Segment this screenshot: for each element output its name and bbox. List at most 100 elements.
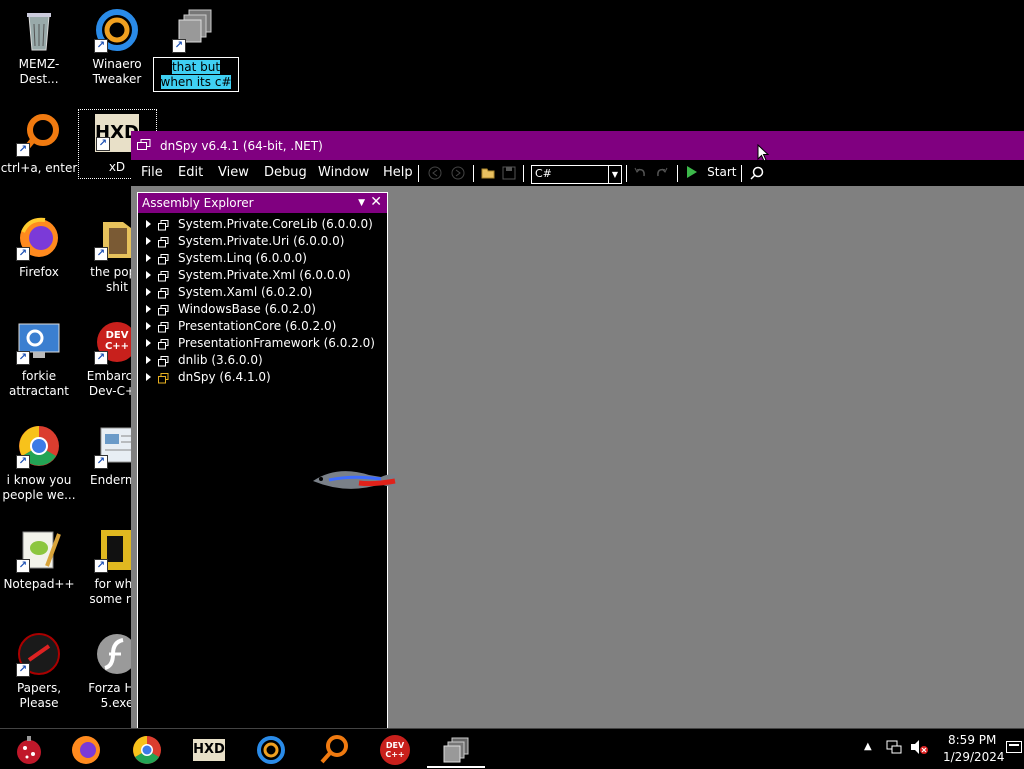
navigate-forward-icon[interactable] <box>451 166 465 180</box>
tree-item[interactable]: WindowsBase (6.0.2.0) <box>144 301 375 318</box>
save-all-icon[interactable] <box>502 166 516 180</box>
desktop-icon-recycle-bin[interactable]: MEMZ-Dest... <box>0 6 78 87</box>
tree-item-label: System.Private.Uri (6.0.0.0) <box>178 234 345 248</box>
expand-arrow-icon[interactable] <box>146 322 151 330</box>
monitor-gear-icon: ↗ <box>15 318 63 366</box>
tree-item[interactable]: System.Private.Uri (6.0.0.0) <box>144 233 375 250</box>
language-combobox[interactable]: C# ▼ <box>531 165 622 184</box>
expand-arrow-icon[interactable] <box>146 237 151 245</box>
desktop-icon-winaero[interactable]: ↗ Winaero Tweaker <box>78 6 156 87</box>
pane-options-dropdown-icon[interactable]: ▼ <box>358 193 365 213</box>
undo-icon[interactable] <box>633 166 647 180</box>
tree-item[interactable]: dnSpy (6.4.1.0) <box>144 369 375 386</box>
menu-help[interactable]: Help <box>383 165 413 180</box>
expand-arrow-icon[interactable] <box>146 254 151 262</box>
desktop-icon-papers-please[interactable]: ↗ Papers, Please <box>0 630 78 711</box>
start-label: Start <box>707 164 737 179</box>
menu-edit[interactable]: Edit <box>178 165 203 180</box>
volume-muted-icon[interactable] <box>910 739 928 758</box>
taskbar-chrome[interactable] <box>118 730 176 768</box>
fish-sprite <box>307 461 399 501</box>
desktop-icon-label: forkie attractant <box>8 369 70 398</box>
desktop-icon-dnspy-shortcut[interactable]: ↗ <box>156 6 234 57</box>
chevron-down-icon[interactable]: ▼ <box>608 166 621 183</box>
tree-item[interactable]: PresentationCore (6.0.2.0) <box>144 318 375 335</box>
menu-debug[interactable]: Debug <box>264 165 307 180</box>
shortcut-arrow-icon: ↗ <box>16 455 30 469</box>
tree-item[interactable]: System.Private.CoreLib (6.0.0.0) <box>144 216 375 233</box>
tree-item[interactable]: dnlib (3.6.0.0) <box>144 352 375 369</box>
firefox-icon: ↗ <box>15 214 63 262</box>
search-icon[interactable] <box>750 166 764 180</box>
taskbar: HXD DEV C++ ▲ 8:59 PM 1/29/2024 <box>0 728 1024 769</box>
expand-arrow-icon[interactable] <box>146 271 151 279</box>
shortcut-arrow-icon: ↗ <box>94 351 108 365</box>
dnspy-window[interactable]: dnSpy v6.4.1 (64-bit, .NET) File Edit Vi… <box>131 131 1024 730</box>
network-icon[interactable] <box>886 739 902 758</box>
desktop-icon-label: Papers, Please <box>16 681 62 710</box>
desktop-icon-label: Firefox <box>19 265 59 279</box>
expand-arrow-icon[interactable] <box>146 356 151 364</box>
expand-arrow-icon[interactable] <box>146 305 151 313</box>
tree-item-label: System.Xaml (6.0.2.0) <box>178 285 313 299</box>
toolbar-separator <box>677 165 678 182</box>
close-icon[interactable]: ✕ <box>370 192 382 212</box>
notification-icon[interactable] <box>1006 741 1022 758</box>
desktop-icon-forkie[interactable]: ↗ forkie attractant <box>0 318 78 399</box>
expand-arrow-icon[interactable] <box>146 373 151 381</box>
play-icon <box>687 165 697 178</box>
navigate-back-icon[interactable] <box>428 166 442 180</box>
start-button[interactable] <box>0 730 58 768</box>
chrome-icon: ↗ <box>15 422 63 470</box>
menu-file[interactable]: File <box>141 165 163 180</box>
expand-arrow-icon[interactable] <box>146 288 151 296</box>
assembly-icon <box>158 287 169 299</box>
taskbar-hxd[interactable]: HXD <box>180 730 238 768</box>
mouse-cursor-icon <box>757 143 770 166</box>
desktop-icon-ctrl-a[interactable]: ↗ ctrl+a, enter <box>0 110 78 176</box>
expand-arrow-icon[interactable] <box>146 339 151 347</box>
rename-textbox[interactable]: that but when its c# <box>153 57 239 92</box>
desktop-icon-chrome[interactable]: ↗ i know you people we... <box>0 422 78 503</box>
shortcut-arrow-icon: ↗ <box>16 351 30 365</box>
clock-date[interactable]: 1/29/2024 <box>943 750 1005 764</box>
papers-please-icon: ↗ <box>15 630 63 678</box>
rename-selected-text: that but when its c# <box>160 60 232 89</box>
taskbar-search-app[interactable] <box>305 730 363 768</box>
notepadpp-icon: ↗ <box>15 526 63 574</box>
show-hidden-icons-icon[interactable]: ▲ <box>864 741 872 752</box>
devcpp-logo-text: DEV C++ <box>385 741 405 759</box>
tree-item[interactable]: PresentationFramework (6.0.2.0) <box>144 335 375 352</box>
menu-window[interactable]: Window <box>318 165 369 180</box>
tree-item[interactable]: System.Private.Xml (6.0.0.0) <box>144 267 375 284</box>
tree-item-label: dnSpy (6.4.1.0) <box>178 370 271 384</box>
clock-time[interactable]: 8:59 PM <box>948 733 996 747</box>
taskbar-dnspy[interactable] <box>427 730 485 768</box>
shortcut-arrow-icon: ↗ <box>16 559 30 573</box>
shortcut-arrow-icon: ↗ <box>94 247 108 261</box>
expand-arrow-icon[interactable] <box>146 220 151 228</box>
tree-item-label: System.Linq (6.0.0.0) <box>178 251 307 265</box>
assembly-icon <box>158 219 169 231</box>
toolbar-separator <box>741 165 742 182</box>
desktop-icon-firefox[interactable]: ↗ Firefox <box>0 214 78 280</box>
hxd-logo-text: HXD <box>193 742 225 757</box>
menu-view[interactable]: View <box>218 165 249 180</box>
taskbar-winaero[interactable] <box>242 730 300 768</box>
tree-item-label: WindowsBase (6.0.2.0) <box>178 302 316 316</box>
assembly-icon <box>158 270 169 282</box>
taskbar-firefox[interactable] <box>57 730 115 768</box>
tree-item[interactable]: System.Xaml (6.0.2.0) <box>144 284 375 301</box>
tree-item-label: System.Private.Xml (6.0.0.0) <box>178 268 351 282</box>
desktop-icon-notepadpp[interactable]: ↗ Notepad++ <box>0 526 78 592</box>
window-titlebar[interactable]: dnSpy v6.4.1 (64-bit, .NET) <box>131 131 1024 160</box>
redo-icon[interactable] <box>655 166 669 180</box>
taskbar-devcpp[interactable]: DEV C++ <box>366 730 424 768</box>
desktop-icon-label: ctrl+a, enter <box>0 161 78 175</box>
start-debugging-button[interactable]: Start <box>686 164 736 182</box>
stacked-windows-icon: ↗ <box>171 6 219 54</box>
assembly-tree: System.Private.CoreLib (6.0.0.0) System.… <box>144 216 375 386</box>
tree-item[interactable]: System.Linq (6.0.0.0) <box>144 250 375 267</box>
tree-item-label: System.Private.CoreLib (6.0.0.0) <box>178 217 373 231</box>
open-folder-icon[interactable] <box>481 166 495 180</box>
